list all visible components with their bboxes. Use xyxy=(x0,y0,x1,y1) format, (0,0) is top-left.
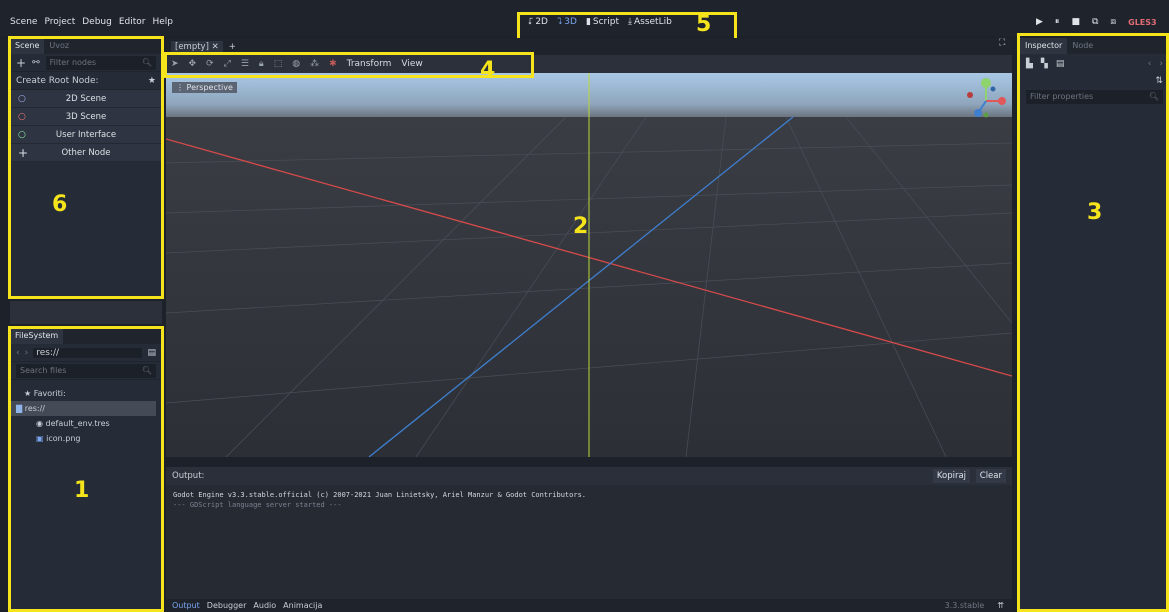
copy-button[interactable]: Kopiraj xyxy=(932,469,971,483)
main-menu: Scene Project Debug Editor Help xyxy=(10,17,173,27)
menu-scene[interactable]: Scene xyxy=(10,17,37,27)
tab-debugger[interactable]: Debugger xyxy=(207,601,247,610)
tab-animation[interactable]: Animacija xyxy=(283,601,322,610)
viewport-3d[interactable] xyxy=(166,73,1012,457)
output-header: Output: Kopiraj Clear xyxy=(166,467,1012,485)
annotation-label-3: 3 xyxy=(1087,200,1103,225)
pause-icon[interactable]: ⏸ xyxy=(1055,17,1060,27)
annotation-box-1 xyxy=(8,326,164,612)
pin-panel-icon[interactable]: ⇈ xyxy=(997,601,1004,610)
z-axis-line xyxy=(368,116,794,457)
console-line: Godot Engine v3.3.stable.official (c) 20… xyxy=(173,491,587,499)
menu-project[interactable]: Project xyxy=(44,17,75,27)
menu-help[interactable]: Help xyxy=(153,17,174,27)
annotation-label-2: 2 xyxy=(573,214,589,239)
clear-button[interactable]: Clear xyxy=(975,469,1006,483)
play-controls: ▶ ⏸ ■ ⧉ ⧈ GLES3 xyxy=(1036,17,1157,27)
menu-debug[interactable]: Debug xyxy=(82,17,112,27)
scene-tab-empty[interactable]: [empty] ✕ xyxy=(171,40,223,53)
annotation-box-3 xyxy=(1017,33,1169,612)
annotation-box-6 xyxy=(8,36,164,299)
perspective-menu-button[interactable]: ⋮ Perspective xyxy=(172,82,237,93)
add-scene-tab-icon[interactable]: + xyxy=(229,42,236,52)
play-scene-icon[interactable]: ⧉ xyxy=(1092,17,1098,27)
tab-audio[interactable]: Audio xyxy=(253,601,276,610)
output-label: Output: xyxy=(172,471,205,481)
version-label: 3.3.stable xyxy=(944,601,985,610)
bottom-panel-tabs: Output Debugger Audio Animacija 3.3.stab… xyxy=(166,599,1012,612)
annotation-label-4: 4 xyxy=(480,58,496,83)
distraction-free-icon[interactable]: ⛶ xyxy=(999,38,1005,48)
annotation-label-1: 1 xyxy=(74,478,90,503)
console-line: --- GDScript language server started --- xyxy=(173,501,342,509)
dock-splitter[interactable] xyxy=(10,301,162,324)
annotation-box-4 xyxy=(164,52,534,78)
play-custom-scene-icon[interactable]: ⧈ xyxy=(1110,17,1116,27)
renderer-select[interactable]: GLES3 xyxy=(1128,18,1156,27)
close-icon[interactable]: ✕ xyxy=(212,42,219,52)
menu-editor[interactable]: Editor xyxy=(119,17,146,27)
annotation-label-6: 6 xyxy=(52,192,68,217)
orientation-gizmo[interactable] xyxy=(967,78,1006,118)
output-panel: Output: Kopiraj Clear Godot Engine v3.3.… xyxy=(166,467,1012,599)
play-icon[interactable]: ▶ xyxy=(1036,17,1043,27)
output-console[interactable]: Godot Engine v3.3.stable.official (c) 20… xyxy=(166,485,1012,515)
annotation-label-5: 5 xyxy=(696,12,712,37)
stop-icon[interactable]: ■ xyxy=(1071,17,1080,27)
tab-output[interactable]: Output xyxy=(172,601,200,610)
